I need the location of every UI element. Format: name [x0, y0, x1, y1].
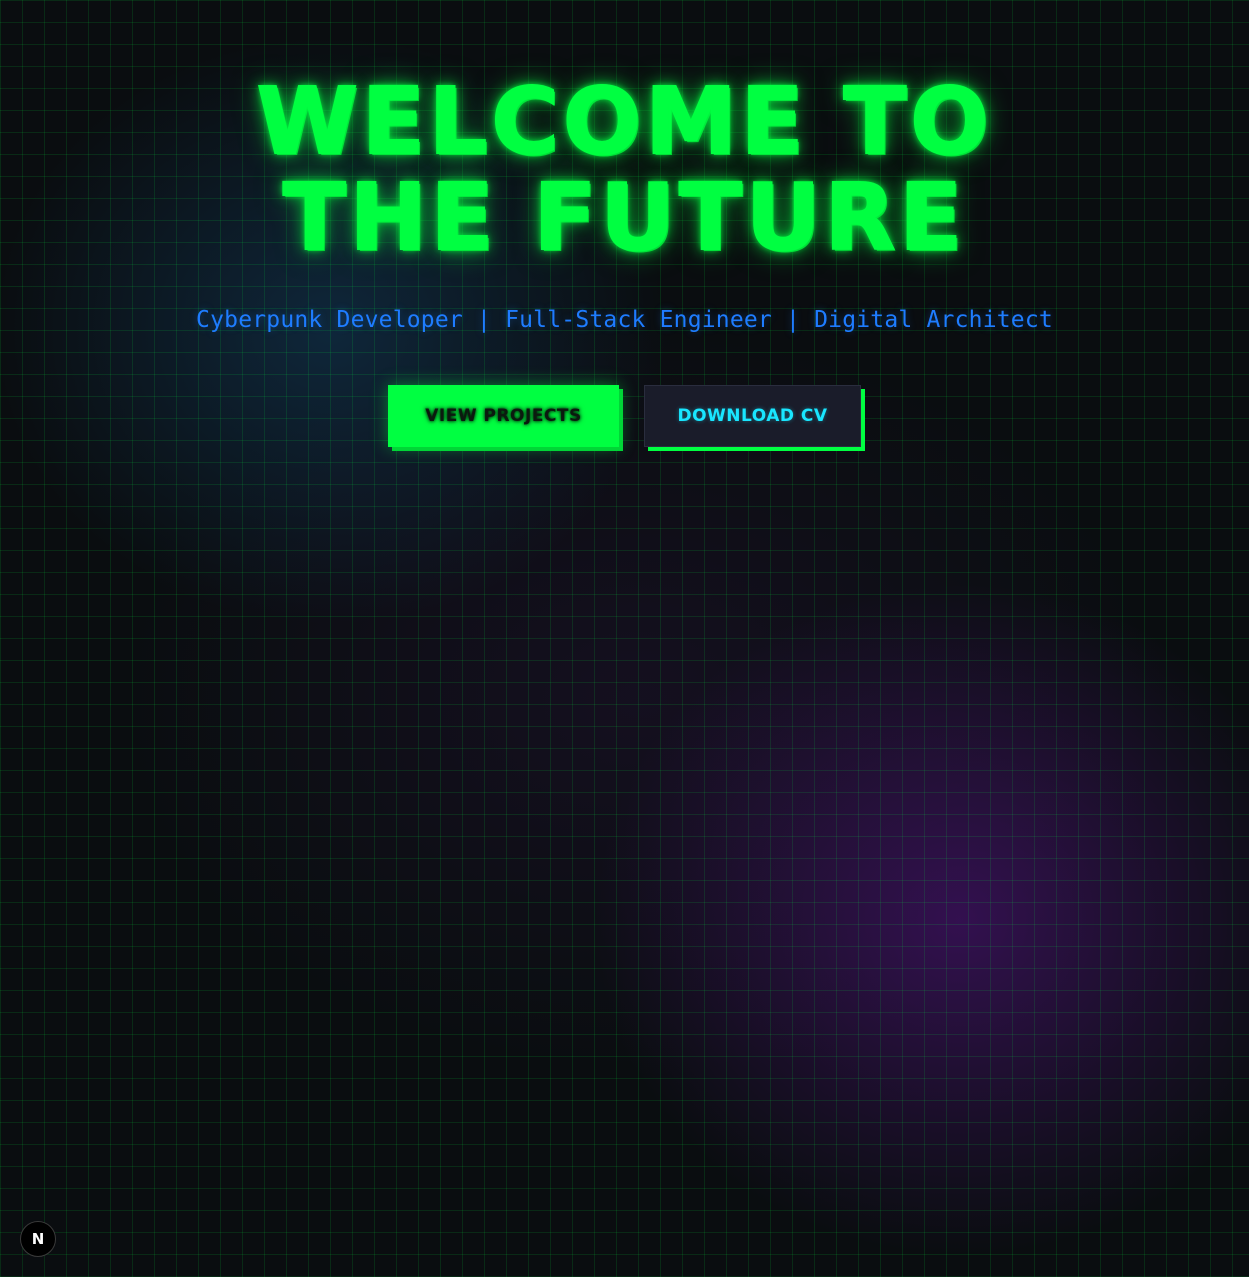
hero-title-line-2: THE FUTURE: [282, 164, 967, 271]
nextjs-dev-indicator-button[interactable]: N: [20, 1221, 56, 1257]
hero-title: WELCOME TO THE FUTURE: [0, 68, 1249, 271]
download-cv-button[interactable]: DOWNLOAD CV: [644, 385, 861, 447]
hero-title-line-1: WELCOME TO: [255, 68, 993, 175]
hero-subtitle: Cyberpunk Developer | Full-Stack Enginee…: [196, 307, 1053, 333]
view-projects-button[interactable]: VIEW PROJECTS: [388, 385, 619, 447]
nextjs-logo-icon: N: [31, 1230, 45, 1248]
